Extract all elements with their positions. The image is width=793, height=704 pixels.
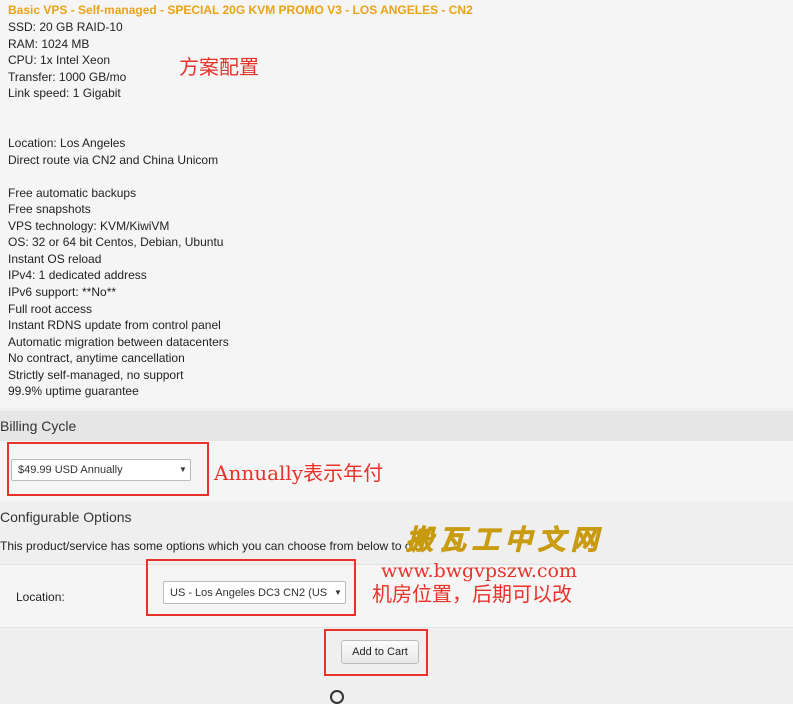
spec-line: Link speed: 1 Gigabit bbox=[8, 86, 121, 100]
spec-line: 99.9% uptime guarantee bbox=[8, 384, 139, 398]
config-options-title: Configurable Options bbox=[0, 509, 132, 525]
spec-line: IPv4: 1 dedicated address bbox=[8, 268, 147, 282]
location-annotation: 机房位置，后期可以改 bbox=[372, 582, 572, 606]
location-highlight-box bbox=[146, 559, 356, 616]
spec-line: SSD: 20 GB RAID-10 bbox=[8, 20, 123, 34]
watermark-url: www.bwgvpszw.com bbox=[381, 560, 577, 582]
spec-line: OS: 32 or 64 bit Centos, Debian, Ubuntu bbox=[8, 235, 224, 249]
billing-cycle-title: Billing Cycle bbox=[0, 418, 77, 434]
spec-line: Instant RDNS update from control panel bbox=[8, 318, 221, 332]
billing-cycle-header: Billing Cycle bbox=[0, 411, 793, 441]
spec-line: RAM: 1024 MB bbox=[8, 37, 90, 51]
spinner-icon bbox=[330, 690, 344, 704]
product-description: Basic VPS - Self-managed - SPECIAL 20G K… bbox=[0, 0, 793, 408]
config-options-description: This product/service has some options wh… bbox=[0, 539, 418, 553]
spec-line: Automatic migration between datacenters bbox=[8, 335, 229, 349]
cart-highlight-box bbox=[324, 629, 428, 676]
spec-line: Free snapshots bbox=[8, 202, 91, 216]
spec-line: Location: Los Angeles bbox=[8, 136, 126, 150]
spec-line: IPv6 support: **No** bbox=[8, 285, 117, 299]
config-options-header: Configurable Options bbox=[0, 502, 793, 532]
spec-line: Direct route via CN2 and China Unicom bbox=[8, 153, 219, 167]
billing-highlight-box bbox=[7, 442, 209, 496]
spec-line: VPS technology: KVM/KiwiVM bbox=[8, 219, 170, 233]
watermark-logo: 搬瓦工中文网 bbox=[406, 525, 604, 557]
spec-line: Strictly self-managed, no support bbox=[8, 368, 184, 382]
product-title: Basic VPS - Self-managed - SPECIAL 20G K… bbox=[8, 3, 473, 17]
spec-line: Transfer: 1000 GB/mo bbox=[8, 70, 127, 84]
spec-line: Instant OS reload bbox=[8, 252, 102, 266]
spec-line: CPU: 1x Intel Xeon bbox=[8, 53, 111, 67]
spec-line: Full root access bbox=[8, 302, 93, 316]
plan-config-annotation: 方案配置 bbox=[179, 55, 259, 79]
location-label: Location: bbox=[16, 590, 65, 604]
spec-line: Free automatic backups bbox=[8, 186, 137, 200]
spec-line: No contract, anytime cancellation bbox=[8, 351, 185, 365]
annually-annotation: Annually表示年付 bbox=[214, 461, 384, 485]
